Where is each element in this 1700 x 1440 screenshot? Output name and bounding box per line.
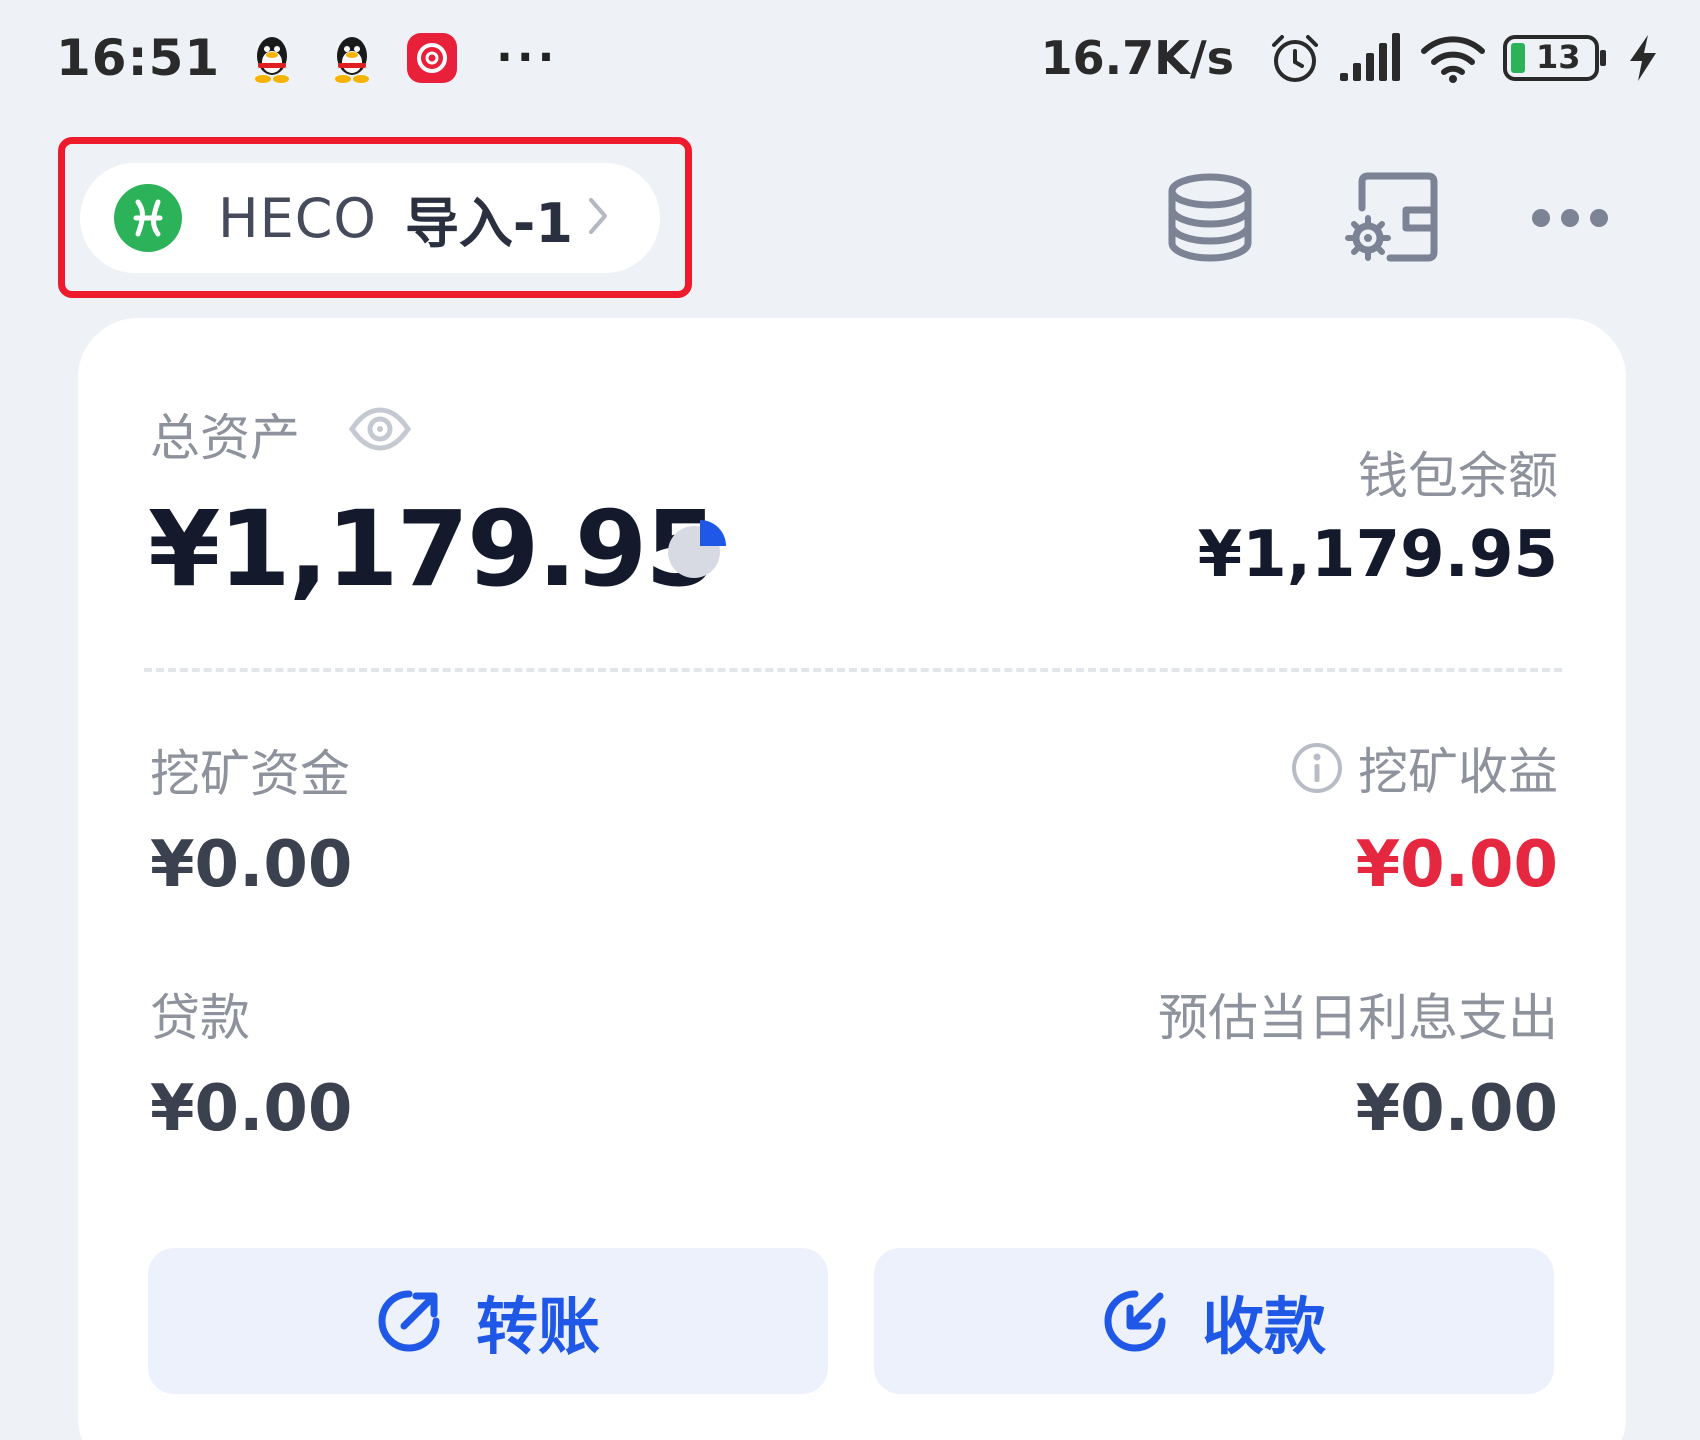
battery-level: 13	[1536, 37, 1581, 76]
receive-in-icon	[1104, 1290, 1166, 1352]
more-menu-button[interactable]	[1520, 190, 1620, 250]
info-icon	[1292, 743, 1342, 793]
info-button[interactable]	[1290, 741, 1344, 795]
qq-icon	[324, 30, 380, 86]
receive-button[interactable]: 收款	[874, 1248, 1554, 1394]
total-assets-label: 总资产	[150, 409, 300, 467]
total-assets-value: ¥1,179.95	[148, 488, 718, 610]
loan-value: ¥0.00	[150, 1072, 353, 1146]
section-divider	[144, 668, 1562, 672]
wallet-balance-label: 钱包余额	[1358, 447, 1558, 505]
wallet-screen: 16:51 ··· 16.7K/s 13 HECO 导入-1 总资产 ¥1,17…	[0, 0, 1700, 1440]
net-speed: 16.7K/s	[1040, 30, 1234, 85]
wifi-icon	[1420, 33, 1486, 83]
pie-chart-icon	[668, 520, 726, 578]
status-bar: 16:51 ··· 16.7K/s 13	[0, 0, 1700, 115]
more-notifications-icon: ···	[496, 32, 559, 83]
eye-icon	[348, 407, 412, 451]
signal-icon	[1338, 32, 1404, 83]
wallet-name: 导入-1	[404, 191, 573, 255]
wallet-settings-button[interactable]	[1340, 168, 1444, 272]
daily-interest-label: 预估当日利息支出	[1158, 989, 1558, 1047]
mining-income-label: 挖矿收益	[1358, 743, 1558, 801]
transfer-label: 转账	[475, 1290, 600, 1363]
transfer-button[interactable]: 转账	[148, 1248, 828, 1394]
eye-visibility-toggle[interactable]	[348, 406, 412, 456]
wallet-selector[interactable]: HECO 导入-1	[80, 163, 660, 273]
transfer-out-icon	[378, 1290, 440, 1352]
app-red-icon	[404, 30, 460, 86]
mining-funds-label: 挖矿资金	[150, 745, 350, 803]
alarm-icon	[1268, 31, 1322, 85]
receive-label: 收款	[1201, 1290, 1326, 1363]
chevron-right-icon	[587, 196, 609, 240]
asset-allocation-button[interactable]	[666, 518, 728, 584]
loan-label: 贷款	[150, 989, 250, 1047]
qq-icon	[244, 30, 300, 86]
battery-icon: 13	[1502, 34, 1610, 82]
coins-stack-button[interactable]	[1160, 170, 1260, 270]
asset-card: 总资产 ¥1,179.95 钱包余额 ¥1,179.95 挖矿资金 ¥0.00	[78, 318, 1626, 1440]
more-icon	[1530, 207, 1610, 233]
wallet-balance-value: ¥1,179.95	[1197, 518, 1558, 592]
chain-name: HECO	[218, 186, 377, 250]
coins-stack-icon	[1166, 173, 1254, 267]
charging-icon	[1626, 33, 1660, 83]
wallet-settings-icon	[1344, 172, 1440, 268]
status-time: 16:51	[56, 28, 221, 87]
mining-funds-value: ¥0.00	[150, 828, 353, 902]
mining-income-header: 挖矿收益	[1290, 732, 1558, 804]
daily-interest-value: ¥0.00	[1355, 1072, 1558, 1146]
mining-income-value: ¥0.00	[1355, 828, 1558, 902]
heco-logo-icon	[114, 184, 182, 252]
